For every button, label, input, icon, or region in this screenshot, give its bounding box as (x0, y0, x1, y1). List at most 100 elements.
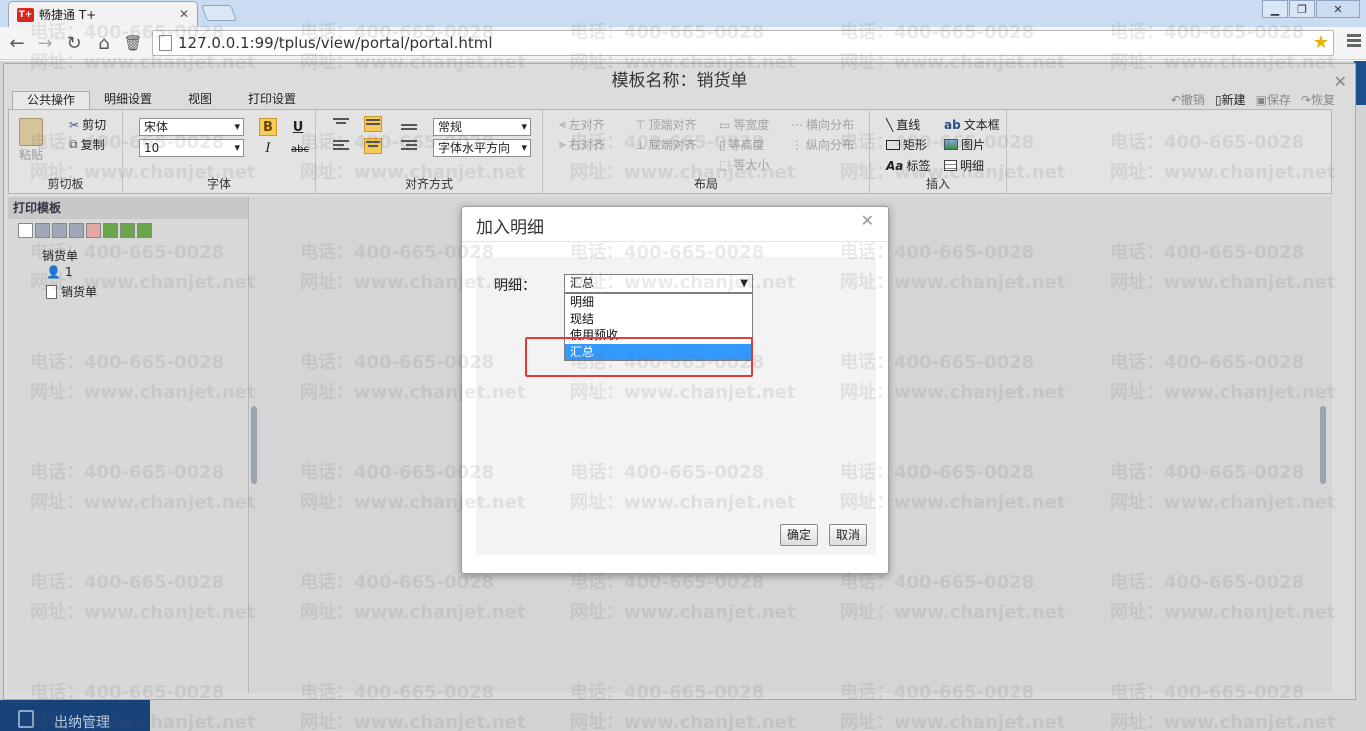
new-button[interactable]: ▯新建 (1215, 91, 1246, 108)
layout-equal-width-label: 等宽度 (733, 118, 770, 132)
forward-arrow-icon[interactable]: → (34, 32, 56, 54)
insert-image[interactable]: 图片 (944, 136, 985, 153)
detail-field-label: 明细： (494, 278, 536, 294)
align-top-icon[interactable] (332, 116, 350, 132)
insert-textbox[interactable]: ab 文本框 (944, 116, 1000, 133)
save-template-icon[interactable] (35, 223, 50, 238)
tab-print-settings[interactable]: 打印设置 (234, 91, 310, 109)
insert-line[interactable]: ╲ 直线 (886, 116, 920, 133)
save-button[interactable]: ▣保存 (1256, 91, 1291, 108)
copy-icon: ⧉ (69, 137, 78, 151)
document-icon (18, 710, 34, 728)
layout-align-right[interactable]: ⫸ 右对齐 (559, 136, 605, 153)
layout-equal-height[interactable]: ▯ 等高度 (719, 136, 765, 153)
align-top-layout-icon: ⊤ (635, 117, 646, 132)
tab-detail-settings[interactable]: 明细设置 (90, 91, 166, 109)
new-label: 新建 (1221, 93, 1246, 107)
right-splitter-handle[interactable] (1320, 406, 1326, 484)
dialog-divider (462, 241, 888, 242)
layout-align-bottom-label: 底端对齐 (648, 138, 697, 152)
new-template-icon[interactable] (18, 223, 33, 238)
browser-tab[interactable]: T+ 畅捷通 T+ ✕ (8, 1, 198, 27)
layout-equal-size[interactable]: ⬚ 等大小 (719, 156, 769, 173)
annotation-highlight-box (525, 337, 753, 377)
layout-distribute-vertical[interactable]: ⋮ 纵向分布 (791, 136, 854, 153)
text-direction-select[interactable]: 字体水平方向 (433, 139, 531, 157)
home-icon[interactable]: ⌂ (93, 32, 115, 54)
align-middle-icon[interactable] (364, 116, 382, 132)
designer-close-icon[interactable]: ✕ (1334, 72, 1347, 91)
align-right-icon[interactable] (400, 138, 418, 154)
layout-align-top-label: 顶端对齐 (648, 118, 697, 132)
user-icon: 👤 (46, 265, 61, 279)
delete-template-icon[interactable] (86, 223, 101, 238)
window-close-button[interactable]: ✕ (1316, 0, 1360, 18)
cancel-button[interactable]: 取消 (829, 524, 868, 546)
option-detail[interactable]: 明细 (565, 294, 752, 311)
font-size-select[interactable]: 10 (139, 139, 244, 157)
tab-view[interactable]: 视图 (166, 91, 234, 109)
redo-button[interactable]: ↷恢复 (1301, 91, 1335, 108)
refresh-icon[interactable] (137, 223, 152, 238)
insert-detail-label: 明细 (960, 159, 985, 173)
layout-distribute-horizontal[interactable]: ⋯ 横向分布 (791, 116, 854, 133)
insert-rectangle[interactable]: 矩形 (886, 136, 927, 153)
insert-detail[interactable]: 明细 (944, 157, 984, 174)
option-cash-settle[interactable]: 现结 (565, 311, 752, 328)
strikethrough-button[interactable]: abc (289, 140, 311, 158)
new-tab-button[interactable] (201, 5, 237, 21)
restore-button[interactable]: ❐ (1289, 0, 1315, 18)
browser-menu-icon[interactable] (1347, 34, 1361, 49)
image-icon (944, 139, 958, 150)
italic-button[interactable]: I (259, 139, 277, 157)
template-toolbar (18, 223, 152, 238)
tree-item-template-label: 销货单 (61, 285, 98, 299)
address-bar[interactable]: 127.0.0.1:99/tplus/view/portal/portal.ht… (152, 30, 1334, 56)
page-icon (159, 35, 172, 51)
cut-button[interactable]: ✂ 剪切 (69, 116, 106, 133)
nav-item-cashier-label: 出纳管理 (54, 715, 110, 731)
ribbon-tabs: 公共操作 明细设置 视图 打印设置 (12, 91, 310, 109)
detail-select[interactable]: 汇总 ▼ (564, 274, 753, 293)
font-family-select[interactable]: 宋体 (139, 118, 244, 136)
layout-align-top[interactable]: ⊤ 顶端对齐 (635, 116, 696, 133)
tree-root[interactable]: 销货单 (42, 247, 78, 264)
paste-button[interactable]: 粘贴 (19, 118, 43, 163)
nav-item-cashier[interactable]: 出纳管理 (0, 700, 150, 731)
bookmark-star-icon[interactable]: ★ (1313, 32, 1329, 53)
browser-titlebar: T+ 畅捷通 T+ ✕ ▁ ❐ ✕ (0, 0, 1366, 27)
reload-icon[interactable]: ↻ (63, 32, 85, 54)
layout-equal-width[interactable]: ▭ 等宽度 (719, 116, 769, 133)
back-arrow-icon[interactable]: ← (6, 32, 28, 54)
copy-button[interactable]: ⧉ 复制 (69, 136, 105, 153)
import-icon[interactable] (103, 223, 118, 238)
align-center-icon[interactable] (364, 138, 382, 154)
align-bottom-icon[interactable] (400, 122, 418, 138)
confirm-button[interactable]: 确定 (780, 524, 819, 546)
layout-align-bottom[interactable]: ⊥ 底端对齐 (635, 136, 696, 153)
undo-button[interactable]: ↶撤销 (1171, 91, 1205, 108)
tplus-favicon-icon: T+ (17, 7, 34, 22)
bold-button[interactable]: B (259, 118, 277, 136)
text-style-select[interactable]: 常规 (433, 118, 531, 136)
tree-item-user[interactable]: 👤 1 (46, 265, 73, 279)
insert-label[interactable]: Aa 标签 (886, 157, 930, 174)
export-icon[interactable] (120, 223, 135, 238)
rectangle-icon (886, 139, 900, 150)
align-left-icon[interactable] (332, 138, 350, 154)
tree-item-template[interactable]: 销货单 (46, 283, 97, 300)
group-alignment: 常规 字体水平方向 对齐方式 (316, 110, 543, 194)
dialog-title: 加入明细 (476, 218, 544, 238)
left-splitter-handle[interactable] (251, 406, 257, 484)
save-as-icon[interactable] (52, 223, 67, 238)
edit-template-icon[interactable] (69, 223, 84, 238)
dialog-close-icon[interactable]: ✕ (861, 211, 874, 230)
underline-button[interactable]: U (289, 118, 307, 136)
tab-close-icon[interactable]: ✕ (179, 7, 189, 21)
minimize-button[interactable]: ▁ (1262, 0, 1288, 18)
group-insert: ╲ 直线 矩形 Aa 标签 ab 文本框 图片 明细 插入 (870, 110, 1007, 194)
trash-icon[interactable]: 🗑 (122, 32, 144, 54)
tab-common-ops[interactable]: 公共操作 (12, 91, 91, 109)
layout-align-left[interactable]: ⫷ 左对齐 (559, 116, 605, 133)
designer-title: 模板名称：销货单 (611, 71, 748, 91)
